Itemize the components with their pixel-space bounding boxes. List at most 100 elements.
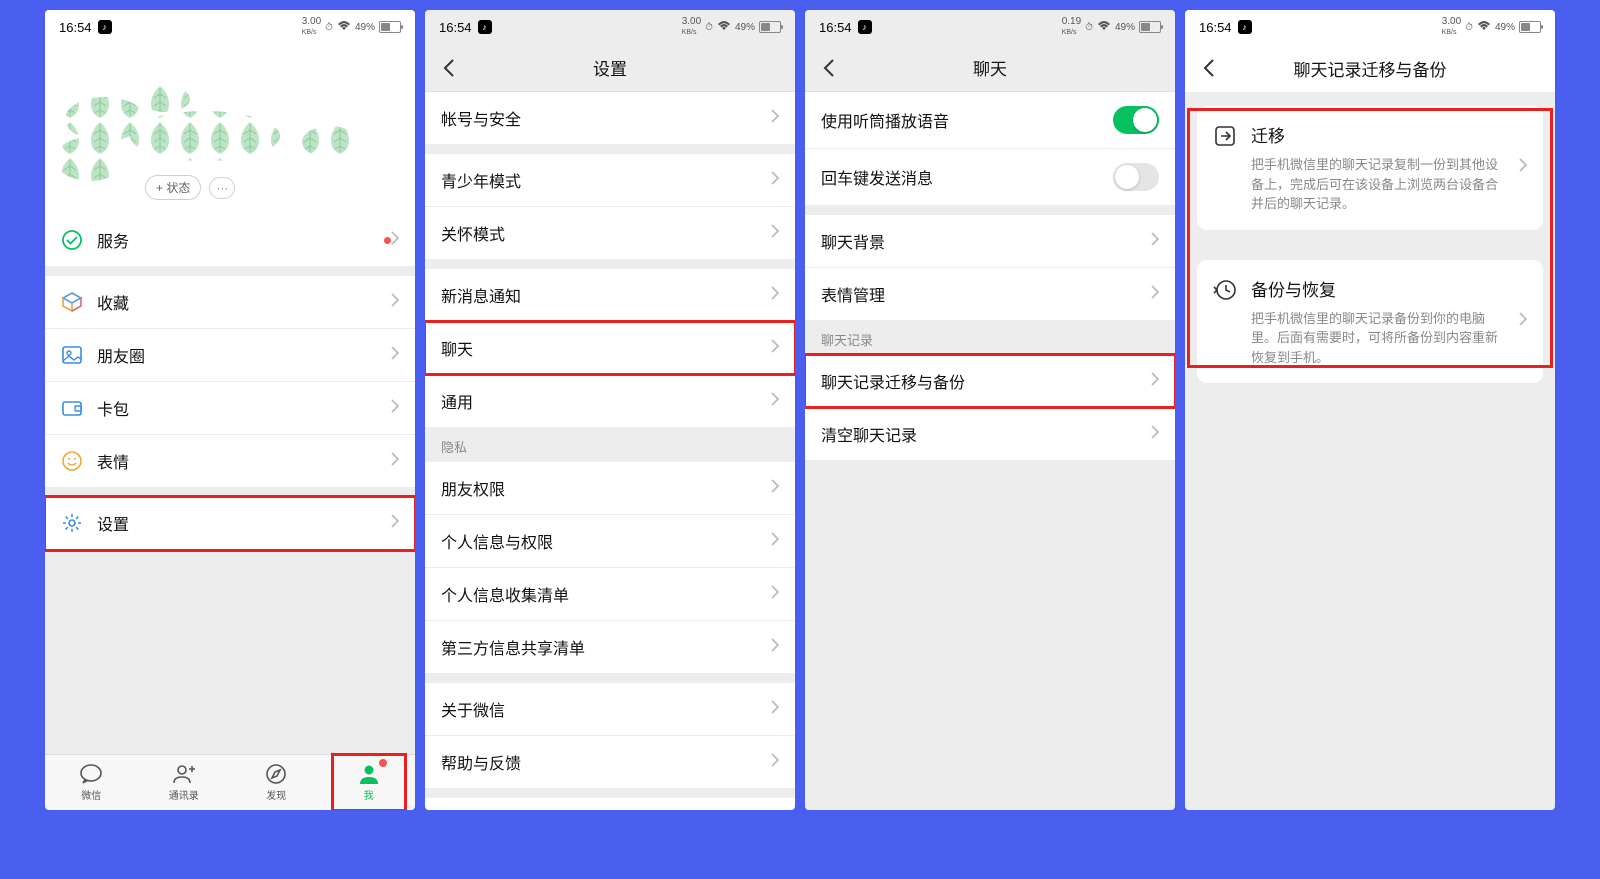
battery-pct: 49% bbox=[355, 22, 375, 33]
alarm-icon: ⏱ bbox=[705, 22, 713, 33]
alarm-icon: ⏱ bbox=[325, 22, 333, 33]
page-title: 聊天 bbox=[973, 55, 1007, 80]
chevron-right-icon bbox=[771, 700, 779, 719]
red-dot-icon bbox=[384, 237, 391, 244]
migrate-title: 迁移 bbox=[1251, 122, 1505, 147]
stickers-item[interactable]: 表情 bbox=[45, 435, 415, 487]
history-icon bbox=[1213, 278, 1237, 302]
profile-header[interactable]: + 状态 ··· bbox=[45, 44, 415, 214]
nav-header: 聊天记录迁移与备份 bbox=[1185, 44, 1555, 92]
chevron-right-icon bbox=[1519, 312, 1527, 331]
tiktok-notif-icon: ♪ bbox=[858, 20, 872, 34]
alarm-icon: ⏱ bbox=[1465, 22, 1473, 33]
chevron-right-icon bbox=[391, 346, 399, 365]
wallet-icon bbox=[61, 397, 83, 419]
toggle-switch[interactable] bbox=[1113, 163, 1159, 191]
chevron-right-icon bbox=[391, 514, 399, 533]
migrate-card[interactable]: 迁移 把手机微信里的聊天记录复制一份到其他设备上，完成后可在该设备上浏览两台设备… bbox=[1197, 106, 1543, 230]
settings-item[interactable]: 设置 bbox=[45, 497, 415, 550]
care-mode-item[interactable]: 关怀模式 bbox=[425, 207, 795, 259]
chevron-right-icon bbox=[771, 171, 779, 190]
page-title: 设置 bbox=[593, 55, 627, 80]
info-collect-list-item[interactable]: 个人信息收集清单 bbox=[425, 568, 795, 621]
migrate-desc: 把手机微信里的聊天记录复制一份到其他设备上，完成后可在该设备上浏览两台设备合并后… bbox=[1251, 155, 1505, 214]
battery-icon bbox=[379, 21, 401, 33]
plugins-item[interactable]: 插件 bbox=[425, 798, 795, 810]
tab-wechat[interactable]: 微信 bbox=[45, 755, 138, 810]
chevron-right-icon bbox=[771, 109, 779, 128]
clear-history-item[interactable]: 清空聊天记录 bbox=[805, 408, 1175, 460]
notifications-item[interactable]: 新消息通知 bbox=[425, 269, 795, 322]
chevron-right-icon bbox=[1151, 232, 1159, 251]
about-item[interactable]: 关于微信 bbox=[425, 683, 795, 736]
chevron-right-icon bbox=[1151, 285, 1159, 304]
services-item[interactable]: 服务 bbox=[45, 214, 415, 266]
chevron-right-icon bbox=[391, 231, 399, 250]
chevron-right-icon bbox=[1519, 158, 1527, 177]
red-dot-icon bbox=[379, 759, 387, 767]
chevron-right-icon bbox=[391, 293, 399, 312]
chevron-right-icon bbox=[771, 638, 779, 657]
alarm-icon: ⏱ bbox=[1085, 22, 1093, 33]
chat-item[interactable]: 聊天 bbox=[425, 322, 795, 375]
back-button[interactable] bbox=[435, 54, 463, 82]
teen-mode-item[interactable]: 青少年模式 bbox=[425, 154, 795, 207]
backup-title: 备份与恢复 bbox=[1251, 276, 1505, 301]
wifi-icon bbox=[1097, 21, 1111, 34]
gear-icon bbox=[61, 512, 83, 534]
migrate-icon bbox=[1213, 124, 1237, 148]
cube-icon bbox=[61, 291, 83, 313]
friend-permissions-item[interactable]: 朋友权限 bbox=[425, 462, 795, 515]
thirdparty-share-list-item[interactable]: 第三方信息共享清单 bbox=[425, 621, 795, 673]
chevron-right-icon bbox=[771, 286, 779, 305]
screen-settings: 16:54♪ 3.00KB/s ⏱ 49% 设置 帐号与安全 青少年模式 关怀模… bbox=[425, 10, 795, 810]
nav-header: 聊天 bbox=[805, 44, 1175, 92]
backup-desc: 把手机微信里的聊天记录备份到你的电脑里。后面有需要时，可将所备份到内容重新恢复到… bbox=[1251, 309, 1505, 368]
screen-chat-settings: 16:54♪ 0.19KB/s ⏱ 49% 聊天 使用听筒播放语音 回车键发送消… bbox=[805, 10, 1175, 810]
moments-item[interactable]: 朋友圈 bbox=[45, 329, 415, 382]
earpiece-toggle-item[interactable]: 使用听筒播放语音 bbox=[805, 92, 1175, 149]
chevron-right-icon bbox=[771, 585, 779, 604]
cards-item[interactable]: 卡包 bbox=[45, 382, 415, 435]
tiktok-notif-icon: ♪ bbox=[1238, 20, 1252, 34]
account-security-item[interactable]: 帐号与安全 bbox=[425, 92, 795, 144]
chevron-right-icon bbox=[391, 452, 399, 471]
image-icon bbox=[61, 344, 83, 366]
statusbar: 16:54 ♪ 3.00KB/s ⏱ 49% bbox=[45, 10, 415, 44]
enter-send-toggle-item[interactable]: 回车键发送消息 bbox=[805, 149, 1175, 205]
battery-icon bbox=[1139, 21, 1161, 33]
general-item[interactable]: 通用 bbox=[425, 375, 795, 427]
chevron-right-icon bbox=[771, 753, 779, 772]
status-button[interactable]: + 状态 bbox=[145, 175, 201, 200]
backup-restore-card[interactable]: 备份与恢复 把手机微信里的聊天记录备份到你的电脑里。后面有需要时，可将所备份到内… bbox=[1197, 260, 1543, 384]
migrate-backup-item[interactable]: 聊天记录迁移与备份 bbox=[805, 355, 1175, 408]
chat-background-item[interactable]: 聊天背景 bbox=[805, 215, 1175, 268]
tab-contacts[interactable]: 通讯录 bbox=[138, 755, 231, 810]
page-title: 聊天记录迁移与备份 bbox=[1294, 56, 1447, 81]
back-button[interactable] bbox=[815, 54, 843, 82]
help-feedback-item[interactable]: 帮助与反馈 bbox=[425, 736, 795, 788]
tab-me[interactable]: 我 bbox=[323, 755, 416, 810]
tabbar: 微信 通讯录 发现 我 bbox=[45, 754, 415, 810]
tab-discover[interactable]: 发现 bbox=[230, 755, 323, 810]
back-button[interactable] bbox=[1195, 54, 1223, 82]
chat-history-section-header: 聊天记录 bbox=[805, 320, 1175, 355]
favorites-item[interactable]: 收藏 bbox=[45, 276, 415, 329]
services-label: 服务 bbox=[97, 228, 378, 252]
toggle-switch[interactable] bbox=[1113, 106, 1159, 134]
chevron-right-icon bbox=[391, 399, 399, 418]
services-icon bbox=[61, 229, 83, 251]
statusbar: 16:54♪ 0.19KB/s ⏱ 49% bbox=[805, 10, 1175, 44]
chevron-right-icon bbox=[771, 224, 779, 243]
emoji-management-item[interactable]: 表情管理 bbox=[805, 268, 1175, 320]
status-time: 16:54 bbox=[59, 20, 92, 35]
status-more-button[interactable]: ··· bbox=[209, 177, 235, 199]
battery-icon bbox=[759, 21, 781, 33]
chevron-right-icon bbox=[771, 532, 779, 551]
chevron-right-icon bbox=[771, 339, 779, 358]
tiktok-notif-icon: ♪ bbox=[98, 20, 112, 34]
wifi-icon bbox=[1477, 21, 1491, 34]
statusbar: 16:54♪ 3.00KB/s ⏱ 49% bbox=[1185, 10, 1555, 44]
screen-me: 16:54 ♪ 3.00KB/s ⏱ 49% bbox=[45, 10, 415, 810]
personal-info-item[interactable]: 个人信息与权限 bbox=[425, 515, 795, 568]
